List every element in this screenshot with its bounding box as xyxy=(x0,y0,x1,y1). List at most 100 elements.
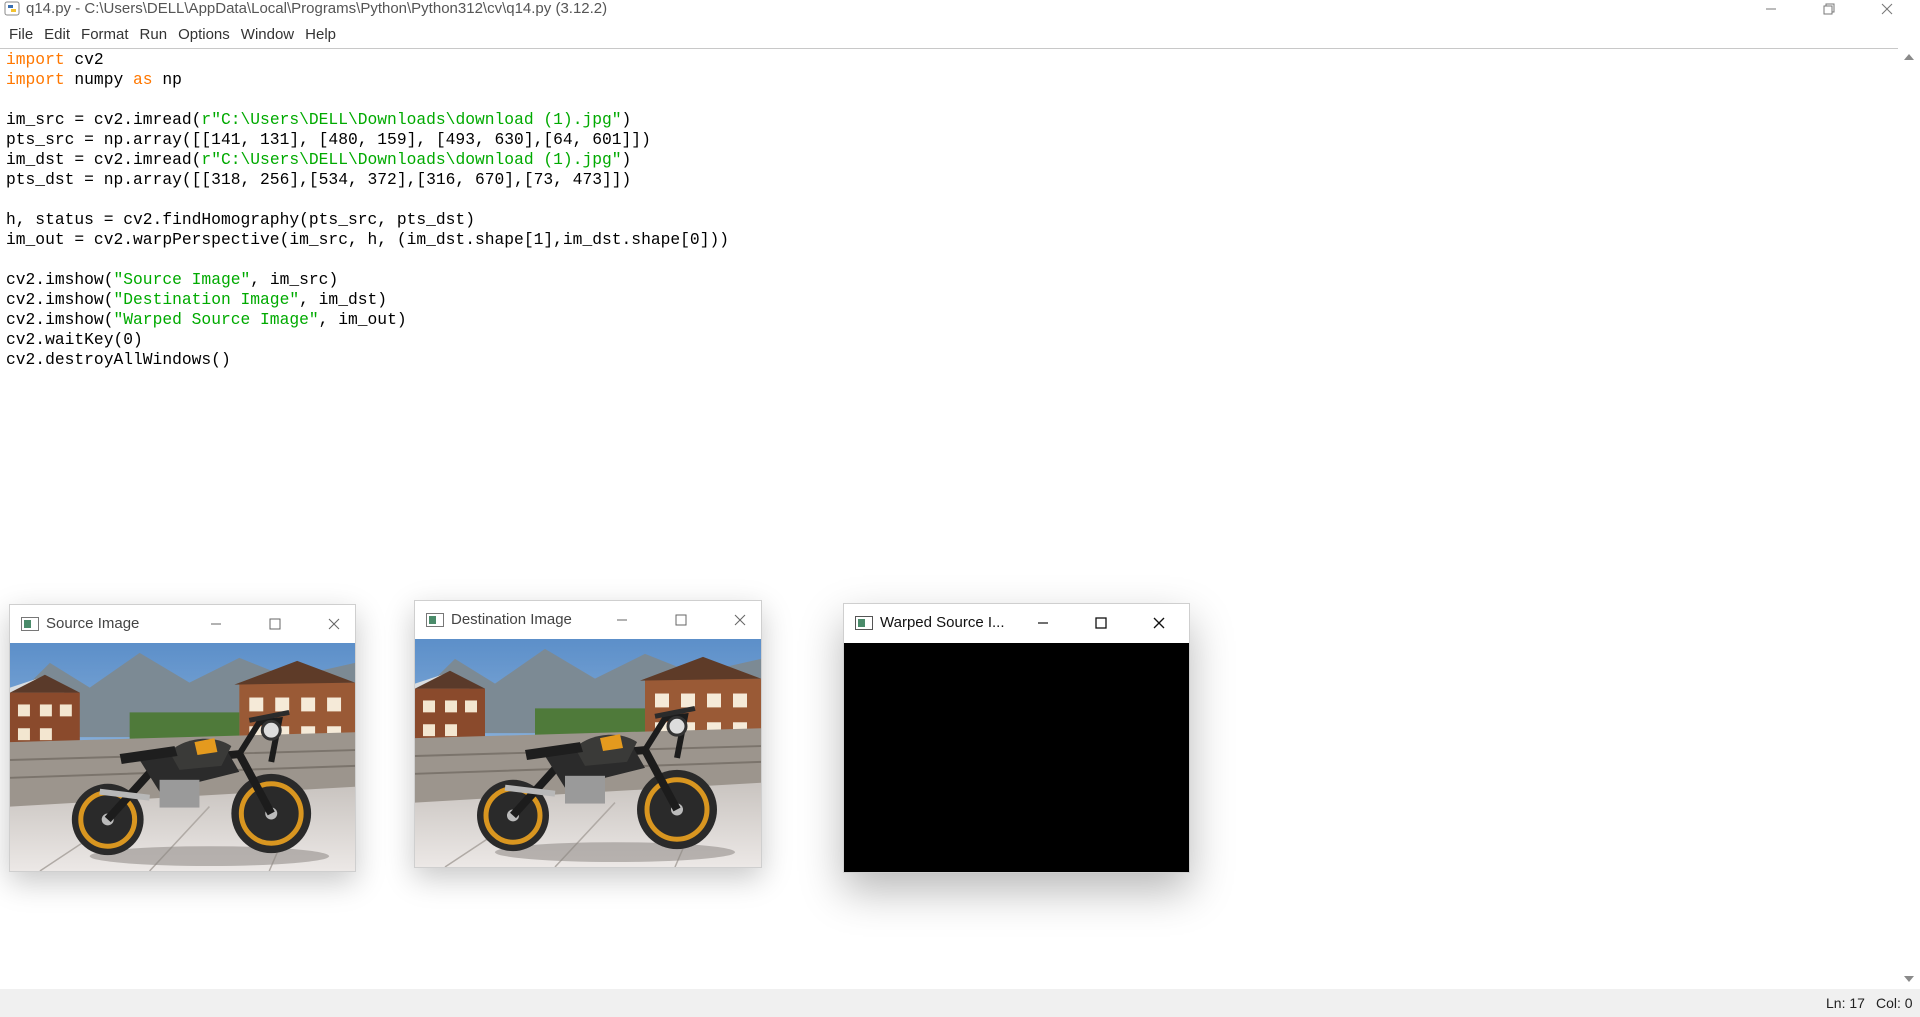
code-token: pts_dst = np.array([[318, 256],[534, 372… xyxy=(6,170,632,189)
scroll-up-arrow-icon[interactable] xyxy=(1903,52,1915,62)
minimize-icon xyxy=(1766,8,1776,9)
code-token: pts_src = np.array([[141, 131], [480, 15… xyxy=(6,130,651,149)
code-token: , im_dst) xyxy=(299,290,388,309)
restore-button[interactable] xyxy=(1800,0,1858,17)
code-text[interactable]: import cv2 import numpy as np im_src = cv2… xyxy=(6,50,729,370)
source-minimize-button[interactable] xyxy=(204,613,228,635)
menu-format[interactable]: Format xyxy=(76,22,135,48)
code-token: cv2 xyxy=(64,50,104,69)
code-token: ) xyxy=(621,150,632,169)
close-icon xyxy=(328,618,340,630)
menu-run[interactable]: Run xyxy=(135,22,174,48)
menu-window[interactable]: Window xyxy=(236,22,300,48)
code-keyword: import xyxy=(6,50,65,69)
minimize-icon xyxy=(211,623,221,625)
scroll-down-arrow-icon[interactable] xyxy=(1903,974,1915,984)
close-icon xyxy=(1881,3,1893,14)
destination-image-canvas xyxy=(415,639,761,867)
status-bar: Ln: 17 Col: 0 xyxy=(0,989,1920,1017)
code-token: cv2.imshow( xyxy=(6,290,114,309)
source-image-title: Source Image xyxy=(46,615,140,632)
warped-maximize-button[interactable] xyxy=(1089,612,1113,634)
menu-help[interactable]: Help xyxy=(300,22,342,48)
menu-options[interactable]: Options xyxy=(173,22,236,48)
close-icon xyxy=(734,614,746,626)
code-line[interactable] xyxy=(6,90,729,110)
code-line[interactable]: cv2.destroyAllWindows() xyxy=(6,350,729,370)
code-string: r"C:\Users\DELL\Downloads\download (1).j… xyxy=(201,110,622,129)
destination-image-window[interactable]: Destination Image xyxy=(414,600,762,868)
code-line[interactable]: im_src = cv2.imread(r"C:\Users\DELL\Down… xyxy=(6,110,729,130)
code-line[interactable]: cv2.imshow("Warped Source Image", im_out… xyxy=(6,310,729,330)
source-close-button[interactable] xyxy=(322,613,346,635)
warped-image-titlebar[interactable]: Warped Source I... xyxy=(844,604,1189,642)
opencv-window-icon xyxy=(855,616,873,630)
menu-file[interactable]: File xyxy=(4,22,39,48)
code-token: ) xyxy=(621,110,632,129)
code-line[interactable]: pts_dst = np.array([[318, 256],[534, 372… xyxy=(6,170,729,190)
code-token: im_dst = cv2.imread( xyxy=(6,150,202,169)
code-token: h, status = cv2.findHomography(pts_src, … xyxy=(6,210,475,229)
code-keyword: import xyxy=(6,70,65,89)
minimize-button[interactable] xyxy=(1742,0,1800,17)
code-line[interactable]: import cv2 xyxy=(6,50,729,70)
maximize-icon xyxy=(269,618,281,630)
code-string: r"C:\Users\DELL\Downloads\download (1).j… xyxy=(201,150,622,169)
code-token: im_out = cv2.warpPerspective(im_src, h, … xyxy=(6,230,730,249)
menu-edit[interactable]: Edit xyxy=(39,22,76,48)
window-title: q14.py - C:\Users\DELL\AppData\Local\Pro… xyxy=(26,0,608,17)
code-token: np xyxy=(152,70,182,89)
code-token: , im_out) xyxy=(318,310,407,329)
code-token: numpy xyxy=(64,70,134,89)
code-line[interactable]: im_dst = cv2.imread(r"C:\Users\DELL\Down… xyxy=(6,150,729,170)
destination-image-title: Destination Image xyxy=(451,611,572,628)
title-bar: q14.py - C:\Users\DELL\AppData\Local\Pro… xyxy=(0,0,1920,17)
code-string: "Warped Source Image" xyxy=(113,310,319,329)
code-token: cv2.destroyAllWindows() xyxy=(6,350,231,369)
code-line[interactable]: h, status = cv2.findHomography(pts_src, … xyxy=(6,210,729,230)
source-image-window[interactable]: Source Image xyxy=(9,604,356,872)
code-string: "Destination Image" xyxy=(113,290,300,309)
warped-image-title: Warped Source I... xyxy=(880,614,1005,631)
destination-image-titlebar[interactable]: Destination Image xyxy=(415,601,761,639)
code-string: "Source Image" xyxy=(113,270,251,289)
status-column: Col: 0 xyxy=(1876,995,1913,1011)
code-line[interactable] xyxy=(6,190,729,210)
maximize-icon xyxy=(1095,617,1107,629)
destination-close-button[interactable] xyxy=(728,609,752,631)
code-line[interactable]: cv2.waitKey(0) xyxy=(6,330,729,350)
maximize-icon xyxy=(675,614,687,626)
close-icon xyxy=(1153,617,1165,629)
close-button[interactable] xyxy=(1858,0,1916,17)
code-token: cv2.waitKey(0) xyxy=(6,330,143,349)
vertical-scrollbar[interactable] xyxy=(1898,48,1920,988)
code-line[interactable]: cv2.imshow("Destination Image", im_dst) xyxy=(6,290,729,310)
warped-image-canvas xyxy=(844,643,1189,872)
minimize-icon xyxy=(617,619,627,621)
opencv-window-icon xyxy=(426,613,444,627)
source-image-titlebar[interactable]: Source Image xyxy=(10,605,355,643)
code-line[interactable]: cv2.imshow("Source Image", im_src) xyxy=(6,270,729,290)
minimize-icon xyxy=(1038,622,1048,624)
status-line: Ln: 17 xyxy=(1826,995,1865,1011)
destination-maximize-button[interactable] xyxy=(669,609,693,631)
warped-minimize-button[interactable] xyxy=(1031,612,1055,634)
source-image-canvas xyxy=(10,643,355,871)
code-line[interactable] xyxy=(6,250,729,270)
code-line[interactable]: import numpy as np xyxy=(6,70,729,90)
code-keyword: as xyxy=(133,70,153,89)
restore-icon xyxy=(1823,3,1835,14)
code-line[interactable]: im_out = cv2.warpPerspective(im_src, h, … xyxy=(6,230,729,250)
python-idle-icon xyxy=(4,1,20,16)
code-token: , im_src) xyxy=(250,270,339,289)
menu-bar: File Edit Format Run Options Window Help xyxy=(0,22,342,48)
code-line[interactable]: pts_src = np.array([[141, 131], [480, 15… xyxy=(6,130,729,150)
warped-source-image-window[interactable]: Warped Source I... xyxy=(843,603,1190,873)
destination-minimize-button[interactable] xyxy=(610,609,634,631)
code-token: cv2.imshow( xyxy=(6,270,114,289)
opencv-window-icon xyxy=(21,617,39,631)
warped-close-button[interactable] xyxy=(1147,612,1171,634)
source-maximize-button[interactable] xyxy=(263,613,287,635)
code-token: cv2.imshow( xyxy=(6,310,114,329)
code-token: im_src = cv2.imread( xyxy=(6,110,202,129)
